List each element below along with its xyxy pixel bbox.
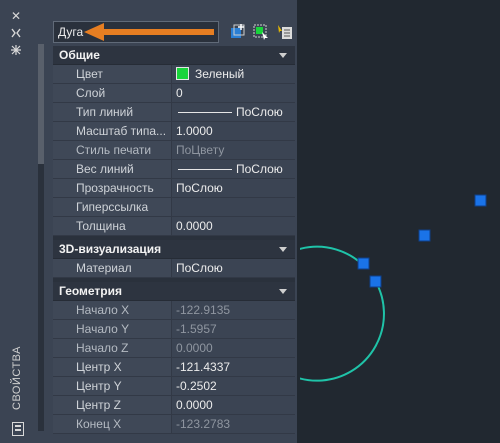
property-row[interactable]: Вес линий ПоСлою: [53, 160, 295, 179]
property-row[interactable]: Толщина 0.0000: [53, 217, 295, 236]
property-row[interactable]: Прозрачность ПоСлою: [53, 179, 295, 198]
auto-hide-icon[interactable]: [0, 27, 32, 43]
grip-midpoint: [474, 194, 487, 207]
property-row: Конец X -123.2783: [53, 415, 295, 434]
select-objects-icon[interactable]: [252, 23, 270, 41]
grip-start: [357, 257, 370, 270]
lineweight-preview-icon: [178, 169, 232, 170]
grip-center: [418, 229, 431, 242]
palette-title: СВОЙСТВА: [11, 346, 23, 410]
section-3d-visualization[interactable]: 3D-визуализация: [53, 240, 295, 259]
section-geometry[interactable]: Геометрия: [53, 282, 295, 301]
chevron-down-icon: [279, 53, 287, 58]
property-row[interactable]: Гиперссылка: [53, 198, 295, 217]
object-type-value: Дуга: [58, 25, 84, 39]
drawing-canvas[interactable]: [300, 0, 500, 443]
property-row[interactable]: Цвет Зеленый: [53, 65, 295, 84]
property-row[interactable]: Слой 0: [53, 84, 295, 103]
property-row: Начало Z 0.0000: [53, 339, 295, 358]
properties-settings-icon[interactable]: [0, 44, 32, 60]
property-grid: Общие Цвет Зеленый Слой 0 Тип линий ПоСл…: [53, 46, 295, 434]
scrollbar-thumb[interactable]: [38, 44, 44, 164]
chevron-down-icon: [279, 289, 287, 294]
grip-end: [369, 275, 382, 288]
property-row[interactable]: Тип линий ПоСлою: [53, 103, 295, 122]
property-row[interactable]: Материал ПоСлою: [53, 259, 295, 278]
property-row: Стиль печати ПоЦвету: [53, 141, 295, 160]
property-row[interactable]: Масштаб типа... 1.0000: [53, 122, 295, 141]
close-icon[interactable]: ✕: [0, 8, 32, 24]
palette-title-strip: ✕ СВОЙСТВА: [0, 0, 32, 443]
color-swatch-icon: [176, 67, 189, 80]
property-row: Начало X -122.9135: [53, 301, 295, 320]
toggle-pickadd-icon[interactable]: [229, 23, 247, 41]
quick-select-icon[interactable]: [276, 23, 294, 41]
chevron-down-icon: [279, 247, 287, 252]
property-row[interactable]: Центр Z 0.0000: [53, 396, 295, 415]
property-row[interactable]: Центр X -121.4337: [53, 358, 295, 377]
palette-menu-icon[interactable]: [12, 422, 24, 436]
orange-arrow-icon: [84, 23, 214, 41]
property-row[interactable]: Центр Y -0.2502: [53, 377, 295, 396]
linetype-preview-icon: [178, 112, 232, 113]
section-general[interactable]: Общие: [53, 46, 295, 65]
arc-object: [300, 245, 385, 382]
property-row: Начало Y -1.5957: [53, 320, 295, 339]
